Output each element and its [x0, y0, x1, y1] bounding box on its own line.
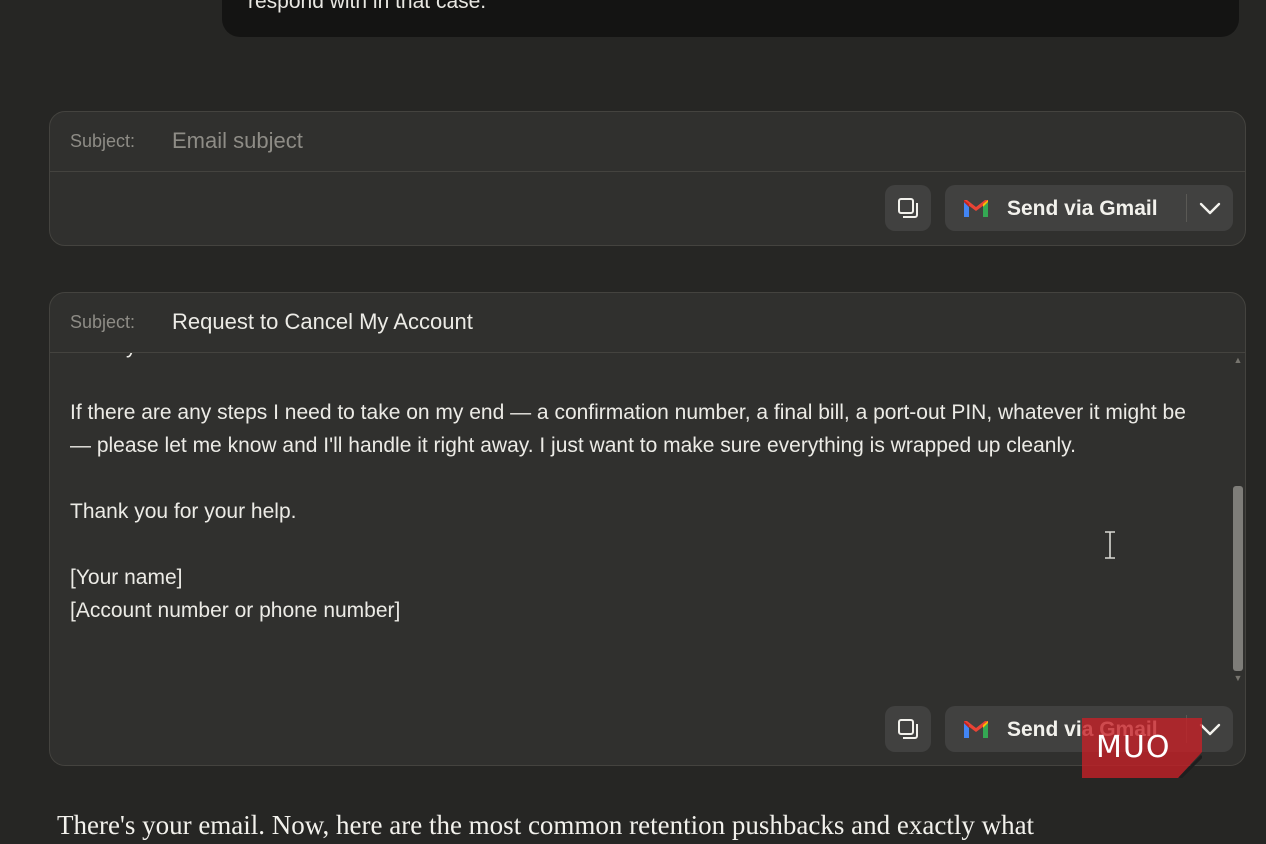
copy-icon: [898, 198, 918, 218]
email-draft-card: Subject: Request to Cancel My Account di…: [49, 292, 1246, 766]
email-body-text[interactable]: directly. If there are any steps I need …: [70, 353, 1205, 627]
chevron-down-icon[interactable]: [1198, 199, 1222, 217]
send-via-gmail-button[interactable]: Send via Gmail: [945, 185, 1233, 231]
chat-page: respond with in that case. Subject: Emai…: [0, 0, 1266, 844]
subject-label: Subject:: [70, 131, 136, 151]
copy-button[interactable]: [885, 185, 931, 231]
previous-message-text: respond with in that case.: [248, 0, 487, 13]
body-scrollbar[interactable]: ▲ ▼: [1231, 353, 1245, 685]
subject-input[interactable]: [166, 124, 778, 158]
scroll-up-arrow-icon[interactable]: ▲: [1233, 355, 1243, 365]
assistant-response-text: There's your email. Now, here are the mo…: [57, 810, 1035, 840]
subject-value[interactable]: Request to Cancel My Account: [172, 309, 473, 335]
body-line: [Account number or phone number]: [70, 599, 401, 622]
text-cursor-icon: [1105, 531, 1115, 559]
scroll-thumb[interactable]: [1233, 486, 1243, 671]
body-line: [Your name]: [70, 566, 183, 589]
email-draft-card-empty: Subject: Send via Gmail: [49, 111, 1246, 246]
gmail-icon: [964, 200, 988, 217]
body-line: Thank you for your help.: [70, 500, 297, 523]
send-divider: [1186, 194, 1187, 222]
email-body-editor[interactable]: directly. If there are any steps I need …: [50, 353, 1245, 685]
subject-row: Subject: Request to Cancel My Account: [50, 293, 1245, 353]
watermark-text: MUO: [1096, 730, 1171, 765]
gmail-icon: [964, 721, 988, 738]
subject-label: Subject:: [70, 312, 136, 332]
previous-user-message: respond with in that case.: [222, 0, 1239, 37]
scroll-down-arrow-icon[interactable]: ▼: [1233, 673, 1243, 683]
subject-row: Subject:: [50, 112, 1245, 172]
copy-icon: [898, 719, 918, 739]
body-paragraph: If there are any steps I need to take on…: [70, 401, 1186, 457]
send-button-label: Send via Gmail: [1007, 197, 1158, 220]
copy-button[interactable]: [885, 706, 931, 752]
body-line: directly.: [70, 353, 1205, 363]
muo-watermark-logo: MUO: [1082, 718, 1202, 778]
